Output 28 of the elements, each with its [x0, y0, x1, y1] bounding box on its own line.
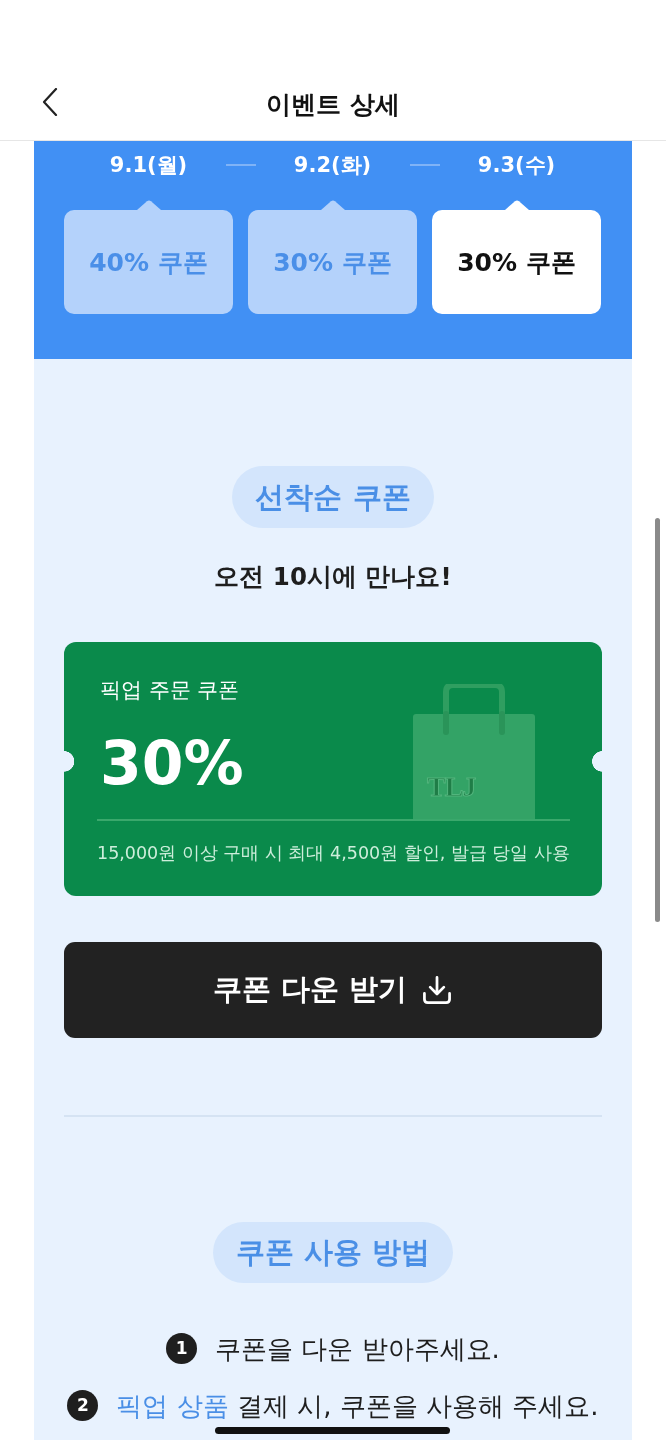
- coupon-tab[interactable]: 30% 쿠폰: [432, 210, 601, 314]
- step-text: 쿠폰을 다운 받아주세요.: [215, 1333, 500, 1364]
- section-subtitle: 오전 10시에 만나요!: [214, 562, 452, 592]
- coupon-terms: 15,000원 이상 구매 시 최대 4,500원 할인, 발급 당일 사용: [97, 841, 570, 864]
- section-badge: 선착순 쿠폰: [232, 466, 434, 528]
- date-label: 9.1(월): [108, 152, 189, 178]
- date-label: 9.2(화): [292, 152, 373, 178]
- date-connector: [409, 164, 440, 166]
- pointer-icon: [504, 200, 529, 210]
- back-button[interactable]: [42, 88, 58, 116]
- pointer-icon: [136, 200, 161, 210]
- step-number: 1: [166, 1333, 198, 1364]
- scrollbar[interactable]: [655, 518, 660, 922]
- step-text: 픽업 상품 결제 시, 쿠폰을 사용해 주세요.: [116, 1390, 599, 1421]
- date-label: 9.3(수): [476, 152, 557, 178]
- download-icon: [420, 974, 453, 1006]
- chevron-left-icon: [42, 88, 58, 116]
- pointer-icon: [320, 200, 345, 210]
- step-number: 2: [67, 1390, 99, 1421]
- date-connector: [225, 164, 256, 166]
- download-coupon-button[interactable]: 쿠폰 다운 받기: [64, 942, 602, 1038]
- coupon-tab[interactable]: 40% 쿠폰: [64, 210, 233, 314]
- section-badge: 쿠폰 사용 방법: [212, 1221, 454, 1283]
- discount-value: 30%: [100, 732, 244, 794]
- product-link[interactable]: 픽업 상품: [116, 1390, 229, 1421]
- page-title: 이벤트 상세: [266, 89, 400, 121]
- coupon-label: 픽업 주문 쿠폰: [100, 677, 240, 703]
- coupon-tab[interactable]: 30% 쿠폰: [248, 210, 417, 314]
